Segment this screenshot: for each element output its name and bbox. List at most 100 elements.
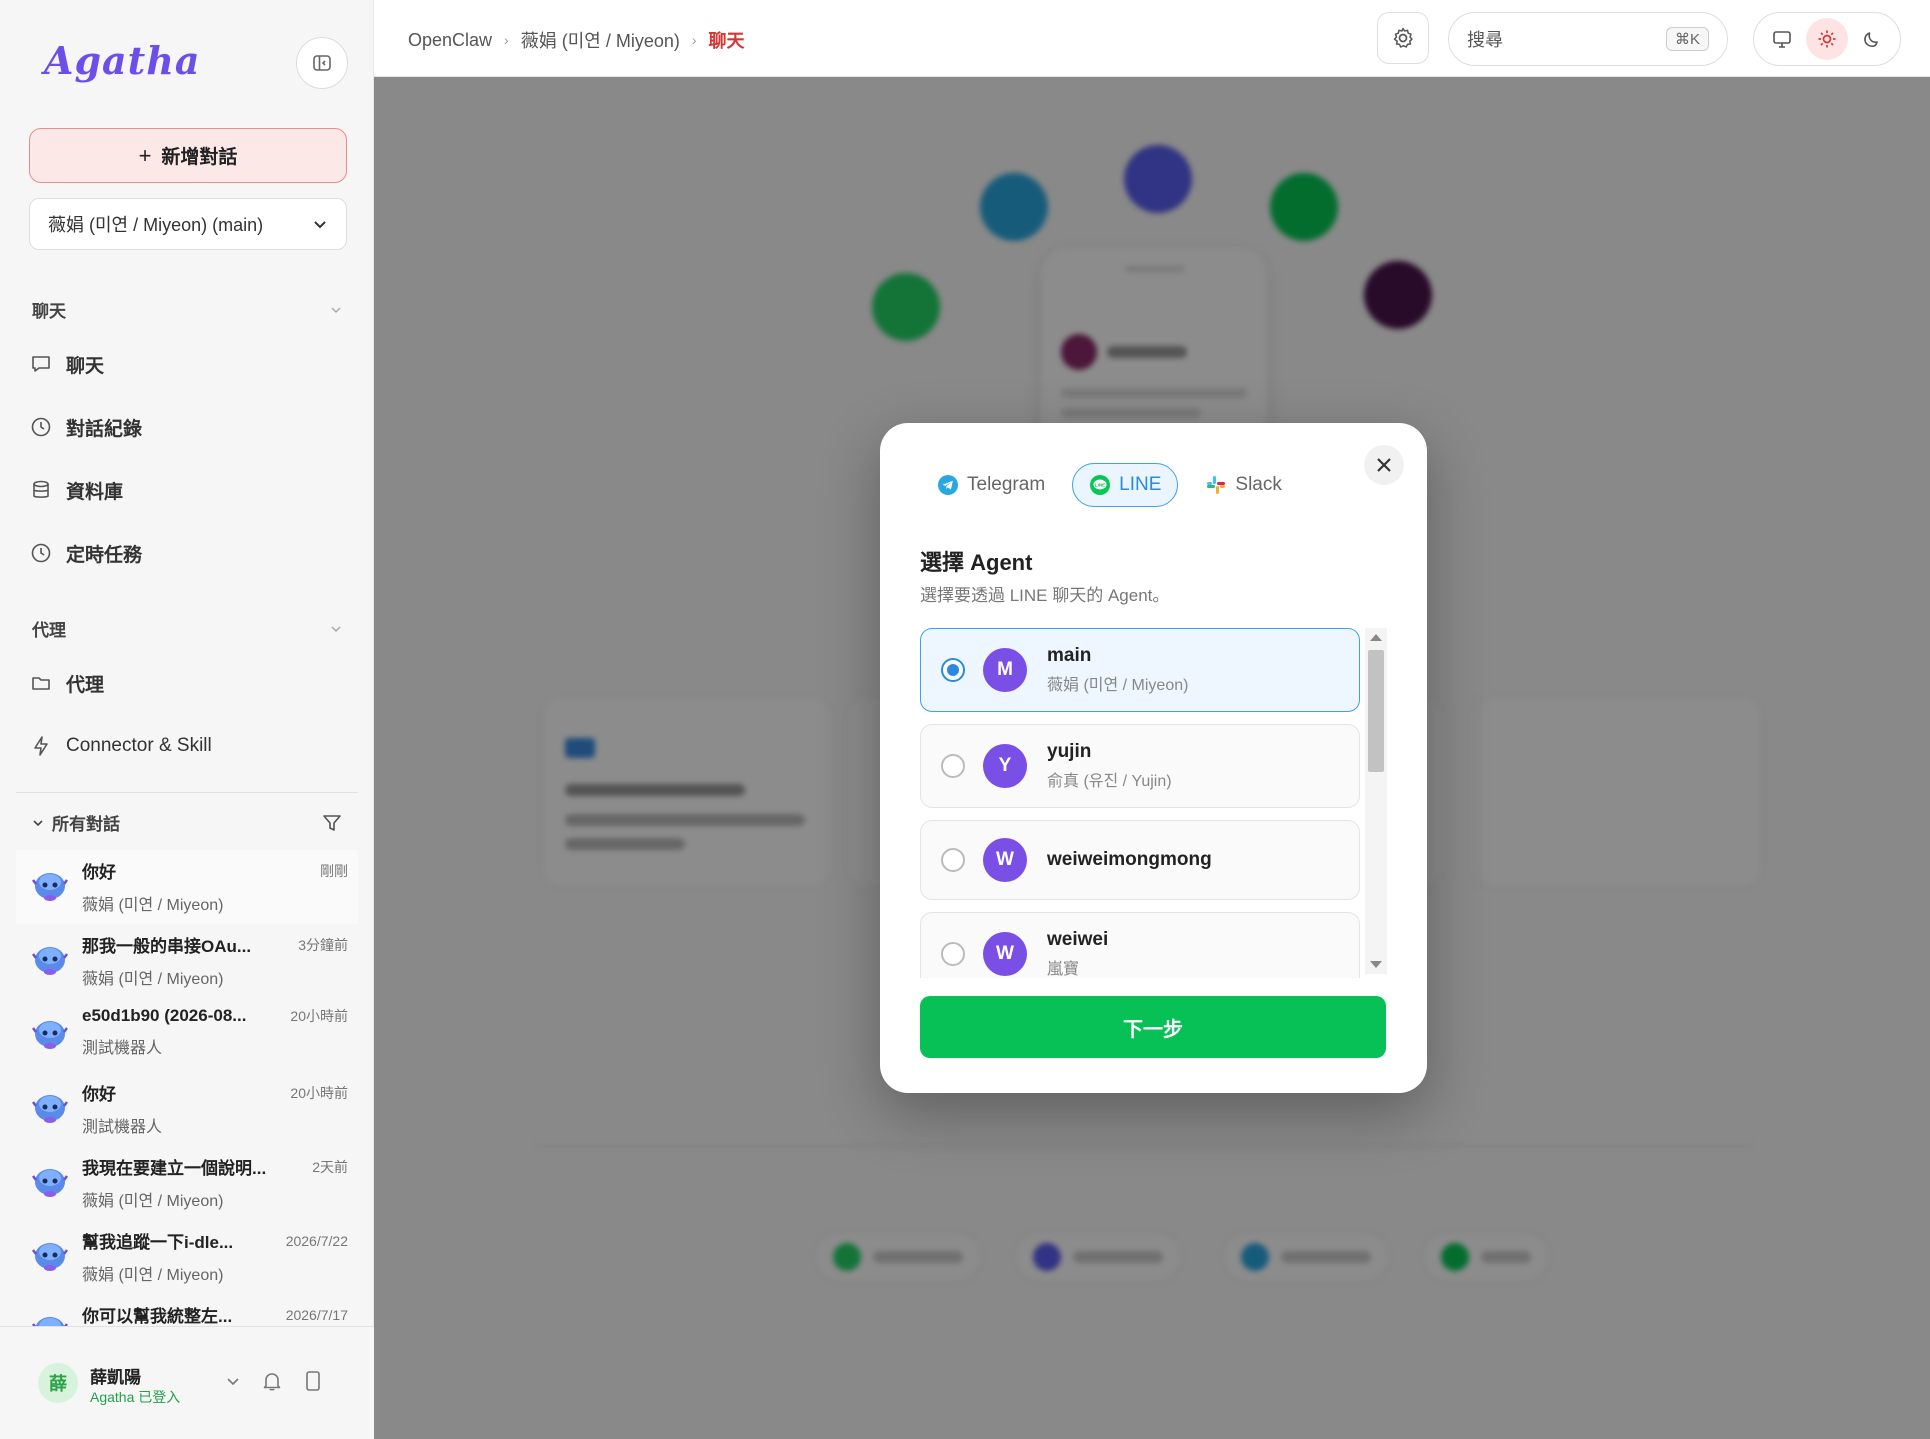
- breadcrumb-item[interactable]: OpenClaw: [408, 30, 492, 51]
- agent-name: weiweimongmong: [1047, 849, 1212, 870]
- conversation-agent: 薇娟 (미연 / Miyeon): [82, 1267, 224, 1284]
- settings-button[interactable]: [1377, 12, 1429, 64]
- bot-avatar-icon: [32, 947, 68, 975]
- bot-avatar-icon: [32, 1243, 68, 1271]
- topbar: OpenClaw › 薇娟 (미연 / Miyeon) › 聊天 搜尋 ⌘K: [374, 0, 1930, 77]
- bell-icon[interactable]: [261, 1370, 283, 1392]
- close-button[interactable]: [1364, 445, 1404, 485]
- sun-icon: [1818, 30, 1836, 48]
- agent-option-yujin[interactable]: Y yujin 俞真 (유진 / Yujin): [920, 724, 1360, 808]
- telegram-icon: [938, 475, 958, 495]
- agent-select[interactable]: 薇娟 (미연 / Miyeon) (main): [29, 198, 347, 250]
- clock-icon: [31, 543, 51, 563]
- database-icon: [33, 480, 49, 498]
- channel-tabs: Telegram LINE LINE Slack: [920, 463, 1299, 507]
- agent-select-value: 薇娟 (미연 / Miyeon) (main): [48, 215, 264, 235]
- scroll-up-arrow-icon[interactable]: [1370, 634, 1382, 641]
- user-bar: 薛 薛凱陽 Agatha 已登入: [0, 1326, 374, 1439]
- conversation-item[interactable]: 幫我追蹤一下i-dle... 2026/7/22 薇娟 (미연 / Miyeon): [16, 1220, 358, 1294]
- slack-icon: [1207, 476, 1226, 494]
- conversation-title: 那我一般的串接OAu...: [82, 937, 252, 956]
- section-agent-header[interactable]: 代理: [32, 616, 342, 641]
- modal-title: 選擇 Agent: [920, 550, 1033, 575]
- breadcrumb-separator-icon: ›: [504, 32, 509, 48]
- moon-icon: [1863, 32, 1878, 48]
- conversation-item[interactable]: 你好 20小時前 測試機器人: [16, 1072, 358, 1146]
- tab-slack[interactable]: Slack: [1188, 463, 1298, 507]
- nav-item-scheduled-tasks[interactable]: 定時任務: [30, 533, 340, 573]
- section-chat-header[interactable]: 聊天: [32, 297, 342, 322]
- user-status: Agatha 已登入: [90, 1389, 181, 1405]
- conversation-time: 20小時前: [290, 1084, 348, 1101]
- breadcrumb-item[interactable]: 薇娟 (미연 / Miyeon): [521, 27, 680, 53]
- agent-description: 嵐寶: [1047, 961, 1080, 978]
- next-button[interactable]: 下一步: [920, 996, 1386, 1058]
- scroll-down-arrow-icon[interactable]: [1370, 961, 1382, 968]
- theme-toggle[interactable]: [1753, 12, 1901, 66]
- bot-avatar-icon: [32, 1169, 68, 1197]
- mobile-icon[interactable]: [303, 1370, 323, 1392]
- theme-dark-option[interactable]: [1851, 18, 1893, 60]
- bot-avatar-icon: [32, 1095, 68, 1123]
- nav-item-database[interactable]: 資料庫: [30, 470, 340, 510]
- chevron-down-icon[interactable]: [225, 1373, 241, 1389]
- theme-system-option[interactable]: [1761, 18, 1803, 60]
- conversation-list[interactable]: 你好 剛剛 薇娟 (미연 / Miyeon) 那我一般的串接OAu... 3分鐘前 …: [16, 850, 358, 1326]
- agent-avatar: W: [983, 932, 1027, 976]
- chevron-down-icon: [331, 625, 341, 632]
- chevron-down-icon: [33, 819, 43, 826]
- conversation-item[interactable]: e50d1b90 (2026-08... 20小時前 測試機器人: [16, 998, 358, 1072]
- agent-description: 薇娟 (미연 / Miyeon): [1047, 677, 1189, 694]
- conversation-title: 你好: [82, 863, 116, 882]
- nav-item-agents[interactable]: 代理: [30, 663, 340, 703]
- chat-bubble-icon: [32, 356, 50, 372]
- agent-option-main[interactable]: M main 薇娟 (미연 / Miyeon): [920, 628, 1360, 712]
- agent-avatar: W: [983, 838, 1027, 882]
- line-icon: LINE: [1090, 475, 1111, 495]
- sidebar-toggle-icon: [313, 55, 331, 71]
- conversation-item[interactable]: 我現在要建立一個說明... 2天前 薇娟 (미연 / Miyeon): [16, 1146, 358, 1220]
- search-placeholder: 搜尋: [1467, 30, 1503, 50]
- agent-option-weiweimongmong[interactable]: W weiweimongmong: [920, 820, 1360, 900]
- theme-light-option[interactable]: [1805, 18, 1848, 60]
- tab-telegram[interactable]: Telegram: [920, 463, 1062, 507]
- agent-list[interactable]: M main 薇娟 (미연 / Miyeon) Y yujin 俞真 (유진 /…: [920, 628, 1367, 978]
- close-icon: [1377, 458, 1391, 472]
- user-name: 薛凱陽: [90, 1368, 141, 1387]
- radio-button[interactable]: [941, 848, 965, 872]
- agent-option-weiwei[interactable]: W weiwei 嵐寶: [920, 912, 1360, 978]
- chevron-down-icon: [314, 221, 326, 229]
- tab-line[interactable]: LINE LINE: [1072, 463, 1179, 507]
- conversation-agent: 薇娟 (미연 / Miyeon): [82, 1193, 224, 1210]
- conversation-item[interactable]: 那我一般的串接OAu... 3分鐘前 薇娟 (미연 / Miyeon): [16, 924, 358, 998]
- gear-icon: [1393, 27, 1413, 48]
- breadcrumb-separator-icon: ›: [691, 32, 697, 48]
- conversation-title: 幫我追蹤一下i-dle...: [82, 1233, 234, 1252]
- conversations-header[interactable]: 所有對話: [32, 810, 342, 835]
- conversation-agent: 薇娟 (미연 / Miyeon): [82, 897, 224, 914]
- avatar[interactable]: 薛: [38, 1363, 78, 1403]
- search-input[interactable]: 搜尋 ⌘K: [1448, 12, 1728, 66]
- nav-item-chat[interactable]: 聊天: [30, 344, 340, 384]
- agent-avatar: Y: [983, 744, 1027, 788]
- agent-name: yujin: [1047, 741, 1092, 762]
- breadcrumb: OpenClaw › 薇娟 (미연 / Miyeon) › 聊天: [408, 27, 745, 53]
- radio-button[interactable]: [941, 942, 965, 966]
- new-chat-button[interactable]: + 新增對話: [29, 128, 347, 183]
- agent-name: main: [1047, 645, 1092, 666]
- new-chat-label: 新增對話: [161, 147, 238, 168]
- radio-button[interactable]: [941, 754, 965, 778]
- scroll-thumb[interactable]: [1368, 650, 1384, 772]
- filter-icon[interactable]: [322, 813, 342, 833]
- conversation-item[interactable]: 你可以幫我統整左... 2026/7/17: [16, 1294, 358, 1326]
- conversation-item[interactable]: 你好 剛剛 薇娟 (미연 / Miyeon): [16, 850, 358, 924]
- search-shortcut: ⌘K: [1665, 27, 1709, 51]
- agent-list-scrollbar[interactable]: [1365, 628, 1387, 974]
- radio-button[interactable]: [941, 658, 965, 682]
- nav-item-connector-skill[interactable]: Connector & Skill: [30, 726, 340, 766]
- app-logo[interactable]: Agatha: [44, 38, 200, 83]
- collapse-sidebar-button[interactable]: [296, 37, 348, 89]
- conversation-time: 剛剛: [320, 862, 348, 879]
- nav-item-history[interactable]: 對話紀錄: [30, 407, 340, 447]
- sidebar-divider: [16, 792, 358, 793]
